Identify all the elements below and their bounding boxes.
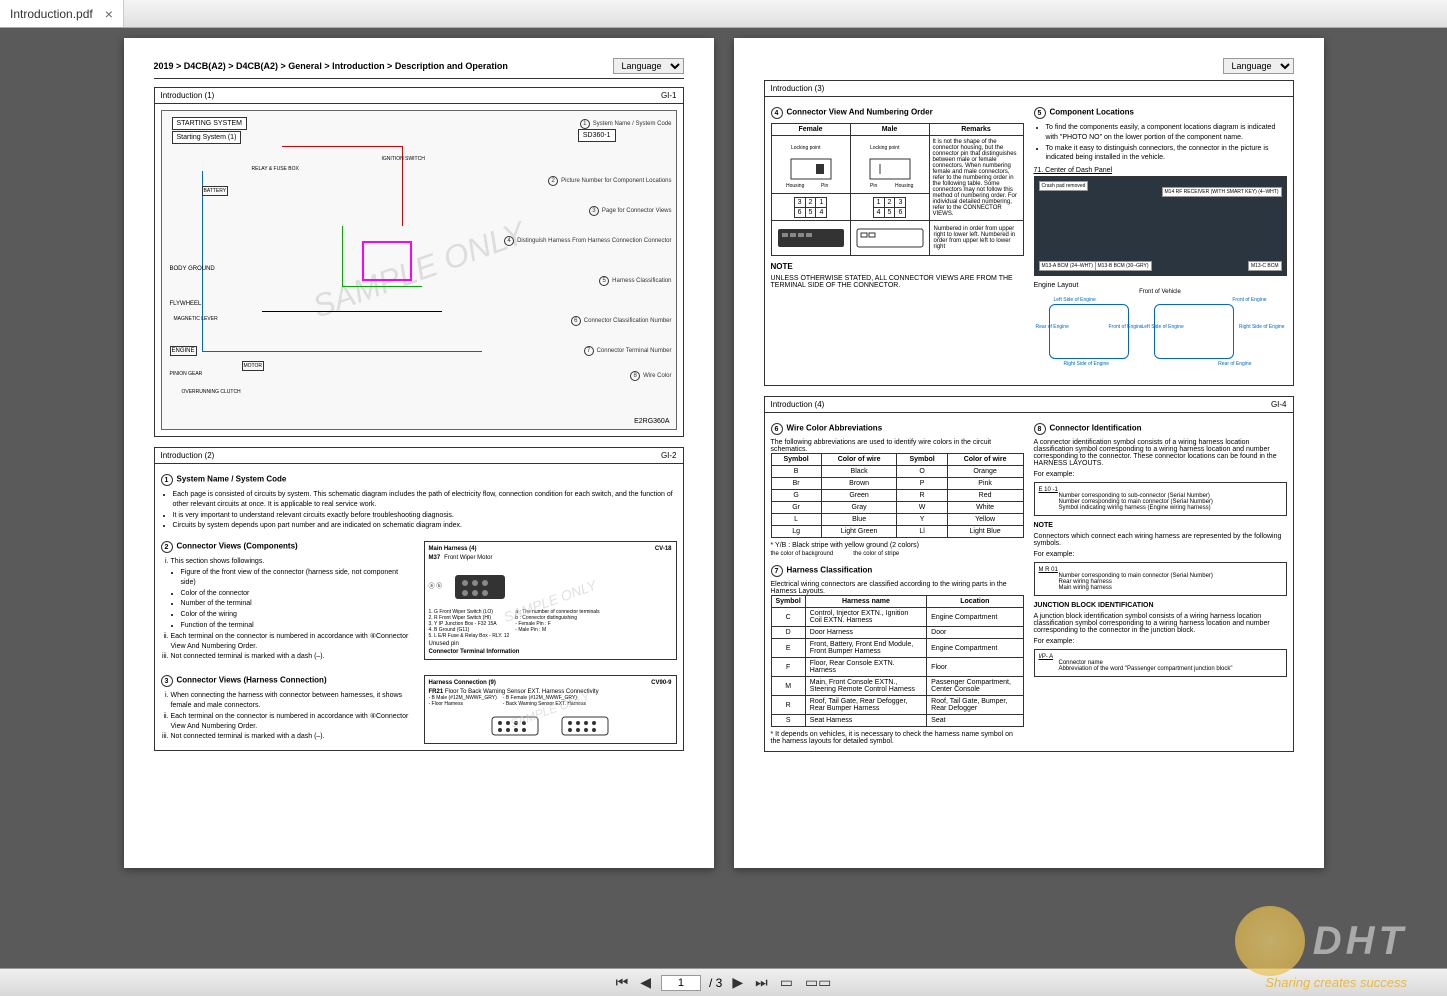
svg-text:Locking point: Locking point <box>870 145 900 151</box>
first-page-button[interactable]: ⏮ <box>614 972 631 993</box>
engine-layout-diagram: Front of Vehicle Left Side of Engine Rea… <box>1034 289 1287 379</box>
svg-text:Pin: Pin <box>870 183 877 189</box>
connector-id-example-2: M R 01 Number corresponding to main conn… <box>1034 562 1287 596</box>
prev-page-button[interactable]: ◀ <box>638 972 653 993</box>
svg-text:Housing: Housing <box>895 183 914 189</box>
intro-2-section: Introduction (2)GI-2 1System Name / Syst… <box>154 447 684 751</box>
intro-1-section: Introduction (1)GI-1 STARTING SYSTEM Sta… <box>154 87 684 437</box>
dht-watermark: DHT <box>1235 906 1407 968</box>
intro-4-section: Introduction (4)GI-4 6Wire Color Abbrevi… <box>764 396 1294 752</box>
pdf-viewer[interactable]: 2019 > D4CB(A2) > D4CB(A2) > General > I… <box>0 28 1447 968</box>
tab-bar: Introduction.pdf × <box>0 0 1447 28</box>
breadcrumb: 2019 > D4CB(A2) > D4CB(A2) > General > I… <box>154 61 508 71</box>
close-icon[interactable]: × <box>105 6 113 22</box>
svg-text:Housing: Housing <box>786 183 805 189</box>
document-tab[interactable]: Introduction.pdf × <box>0 0 124 27</box>
page-total: / 3 <box>709 976 722 990</box>
harness-class-table: SymbolHarness nameLocation CControl, Inj… <box>771 595 1024 727</box>
wire-color-table: SymbolColor of wireSymbolColor of wire B… <box>771 453 1024 538</box>
svg-text:Locking point: Locking point <box>791 145 821 151</box>
spread-page-icon[interactable]: ▭▭ <box>803 972 833 993</box>
language-select-2[interactable]: Language <box>1223 58 1294 74</box>
dash-panel-photo: Crash pad removed M14 RF RECEIVER (WITH … <box>1034 176 1287 276</box>
harness-connection-box: Harness Connection (9)CV90-9 FR21 Floor … <box>424 675 677 744</box>
pdf-page-2: Language Introduction (3) 4Connector Vie… <box>734 38 1324 868</box>
pdf-page-1: 2019 > D4CB(A2) > D4CB(A2) > General > I… <box>124 38 714 868</box>
svg-text:Pin: Pin <box>821 183 828 189</box>
last-page-button[interactable]: ⏭ <box>753 972 770 993</box>
junction-block-example: I/P- A Connector name Abbreviation of th… <box>1034 649 1287 677</box>
connector-id-example-1: E 10 -1 Number corresponding to sub-conn… <box>1034 482 1287 516</box>
connector-order-table: FemaleMaleRemarks Locking pointHousingPi… <box>771 123 1024 256</box>
tab-filename: Introduction.pdf <box>10 7 93 21</box>
single-page-icon[interactable]: ▭ <box>778 972 795 993</box>
wiring-diagram: STARTING SYSTEM Starting System (1) SD36… <box>161 110 677 430</box>
connector-view-box: Main Harness (4)CV-18 M37Front Wiper Mot… <box>424 541 677 660</box>
pdf-toolbar: ⏮ ◀ / 3 ▶ ⏭ ▭ ▭▭ <box>0 968 1447 996</box>
intro-3-section: Introduction (3) 4Connector View And Num… <box>764 80 1294 386</box>
language-select[interactable]: Language <box>613 58 684 74</box>
next-page-button[interactable]: ▶ <box>730 972 745 993</box>
page-number-input[interactable] <box>661 975 701 991</box>
